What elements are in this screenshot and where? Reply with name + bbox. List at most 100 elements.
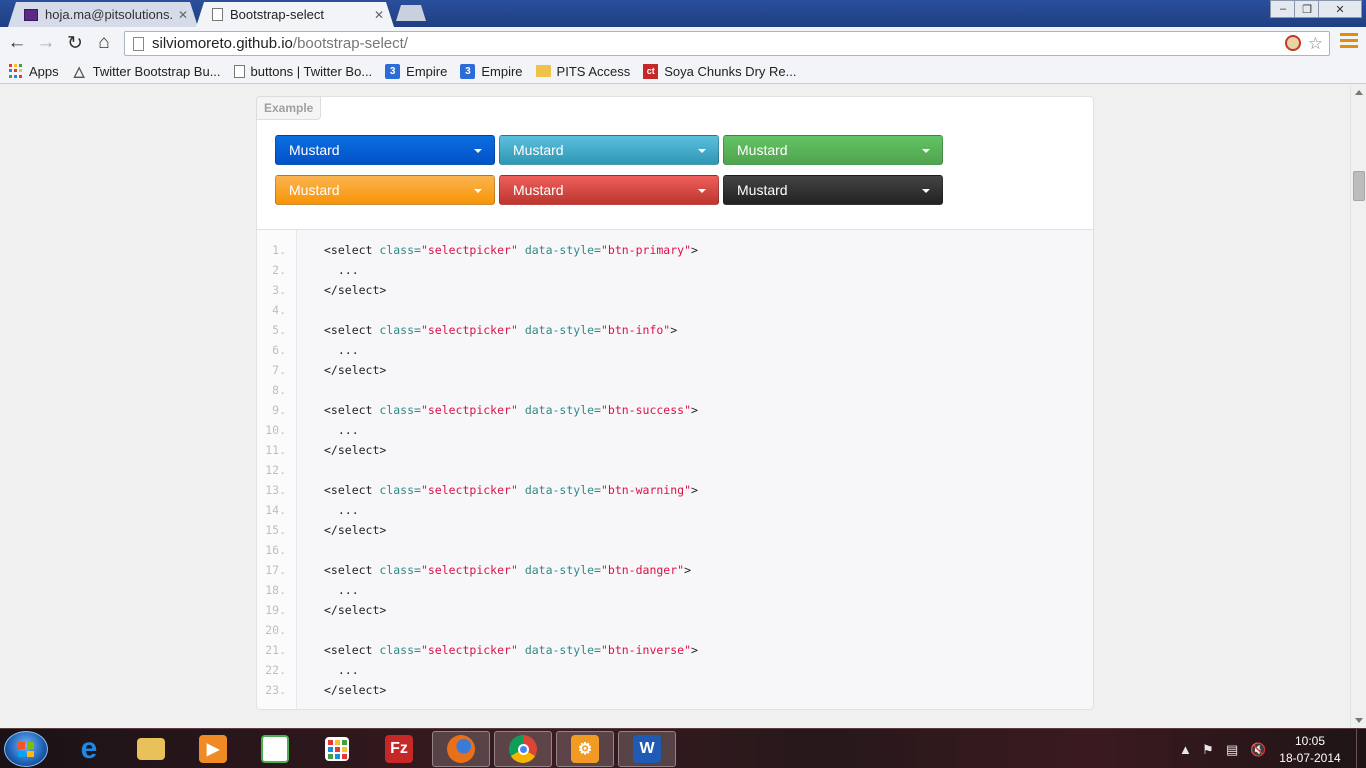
taskbar-button[interactable]: [494, 731, 552, 767]
start-button[interactable]: [4, 731, 48, 767]
taskbar-button[interactable]: [432, 731, 490, 767]
back-button[interactable]: ←: [5, 31, 29, 55]
code-line: 7. </select>: [257, 360, 1093, 380]
show-desktop-button[interactable]: [1356, 729, 1366, 768]
select-value: Mustard: [289, 182, 340, 198]
line-number: 16.: [265, 543, 286, 557]
code-text: ...: [324, 503, 359, 517]
tab-bootstrap-select[interactable]: Bootstrap-select ✕: [196, 2, 394, 27]
code-text: <select class="selectpicker" data-style=…: [324, 403, 698, 417]
caret-down-icon: [474, 149, 482, 153]
line-number: 5.: [272, 323, 286, 337]
bookmarks-bar: Apps △ Twitter Bootstrap Bu... buttons |…: [0, 59, 1366, 84]
extension-icon[interactable]: [1285, 35, 1301, 51]
code-text: </select>: [324, 603, 387, 617]
settings-app-icon: ⚙: [571, 735, 599, 763]
caret-down-icon: [698, 149, 706, 153]
bookmark-item[interactable]: 3 Empire: [385, 63, 447, 79]
new-tab-button[interactable]: [396, 5, 426, 21]
code-line: 20.: [257, 620, 1093, 640]
select-success[interactable]: Mustard: [723, 135, 943, 165]
taskbar-button[interactable]: [246, 731, 304, 767]
show-hidden-icons-icon[interactable]: ▲: [1179, 742, 1192, 757]
scroll-thumb[interactable]: [1353, 171, 1365, 201]
select-warning[interactable]: Mustard: [275, 175, 495, 205]
restore-button[interactable]: ❐: [1294, 0, 1320, 18]
star-icon[interactable]: ☆: [1308, 34, 1323, 54]
chrome-icon: [509, 735, 537, 763]
select-value: Mustard: [737, 182, 788, 198]
bookmark-item[interactable]: ct Soya Chunks Dry Re...: [643, 63, 796, 79]
taskbar-button[interactable]: [308, 731, 366, 767]
taskbar-button[interactable]: Fz: [370, 731, 428, 767]
forward-button[interactable]: →: [34, 31, 58, 55]
clock-time[interactable]: 10:05: [1285, 734, 1335, 748]
select-danger[interactable]: Mustard: [499, 175, 719, 205]
bookmark-item[interactable]: △ Twitter Bootstrap Bu...: [72, 63, 221, 79]
line-number: 4.: [272, 303, 286, 317]
select-inverse[interactable]: Mustard: [723, 175, 943, 205]
address-bar[interactable]: silviomoreto.github.io /bootstrap-select…: [124, 31, 1330, 56]
tab-mail[interactable]: hoja.ma@pitsolutions.cor ✕: [8, 2, 198, 27]
scroll-up-icon[interactable]: [1355, 90, 1363, 95]
close-window-button[interactable]: ✕: [1318, 0, 1362, 18]
taskbar-button[interactable]: ⚙: [556, 731, 614, 767]
line-number: 1.: [272, 243, 286, 257]
select-value: Mustard: [737, 142, 788, 158]
taskbar-button[interactable]: e: [60, 731, 118, 767]
code-text: </select>: [324, 363, 387, 377]
code-line: 19. </select>: [257, 600, 1093, 620]
scroll-down-icon[interactable]: [1355, 718, 1363, 723]
code-line: 9. <select class="selectpicker" data-styl…: [257, 400, 1093, 420]
bookmark-item[interactable]: PITS Access: [535, 63, 631, 79]
arrow-left-icon: ←: [7, 32, 27, 53]
minimize-button[interactable]: –: [1270, 0, 1296, 18]
code-text: </select>: [324, 523, 387, 537]
empire-icon: 3: [385, 63, 401, 79]
url-host: silviomoreto.github.io: [152, 35, 293, 52]
network-icon[interactable]: ▤: [1226, 742, 1238, 758]
code-text: </select>: [324, 683, 387, 697]
menu-icon[interactable]: [1340, 33, 1358, 51]
mail-icon: [24, 9, 38, 21]
code-line: 13. <select class="selectpicker" data-sty…: [257, 480, 1093, 500]
clock-date[interactable]: 18-07-2014: [1276, 751, 1344, 765]
caret-down-icon: [474, 189, 482, 193]
taskbar-button[interactable]: [122, 731, 180, 767]
file-explorer-icon: [137, 738, 165, 760]
close-icon[interactable]: ✕: [374, 8, 384, 22]
browser-title-bar: hoja.ma@pitsolutions.cor ✕ Bootstrap-sel…: [0, 0, 1366, 27]
caret-down-icon: [922, 189, 930, 193]
home-button[interactable]: ⌂: [92, 31, 116, 55]
bookmark-label: PITS Access: [556, 63, 631, 79]
volume-muted-icon[interactable]: 🔇: [1250, 742, 1266, 758]
code-text: <select class="selectpicker" data-style=…: [324, 243, 698, 257]
reload-button[interactable]: ↻: [63, 31, 87, 55]
ct-icon: ct: [643, 63, 659, 79]
apps-grid-icon: [8, 63, 23, 79]
page-icon: [133, 36, 144, 51]
action-center-flag-icon[interactable]: ⚑: [1202, 742, 1214, 758]
folder-icon: [535, 65, 551, 77]
select-primary[interactable]: Mustard: [275, 135, 495, 165]
taskbar-button[interactable]: W: [618, 731, 676, 767]
bookmark-item[interactable]: 3 Empire: [460, 63, 523, 79]
code-text: ...: [324, 423, 359, 437]
media-player-icon: ▶: [199, 735, 227, 763]
line-number: 22.: [265, 663, 286, 677]
page-scrollbar[interactable]: [1350, 85, 1366, 728]
line-number: 7.: [272, 363, 286, 377]
bookmark-apps[interactable]: Apps: [8, 64, 59, 79]
line-number: 2.: [272, 263, 286, 277]
taskbar: e ▶ Fz ⚙ W ▲ ⚑ ▤ 🔇 10:05 18-07-2014: [0, 728, 1366, 768]
bookmark-item[interactable]: buttons | Twitter Bo...: [233, 64, 372, 79]
select-info[interactable]: Mustard: [499, 135, 719, 165]
browser-toolbar: ← → ↻ ⌂ silviomoreto.github.io /bootstra…: [0, 27, 1366, 59]
page-content: Example Mustard Mustard Mustard Mustard …: [0, 85, 1350, 728]
close-icon[interactable]: ✕: [178, 8, 188, 22]
line-number: 19.: [265, 603, 286, 617]
taskbar-button[interactable]: ▶: [184, 731, 242, 767]
page-icon: [233, 64, 245, 78]
line-number: 6.: [272, 343, 286, 357]
word-icon: W: [633, 735, 661, 763]
